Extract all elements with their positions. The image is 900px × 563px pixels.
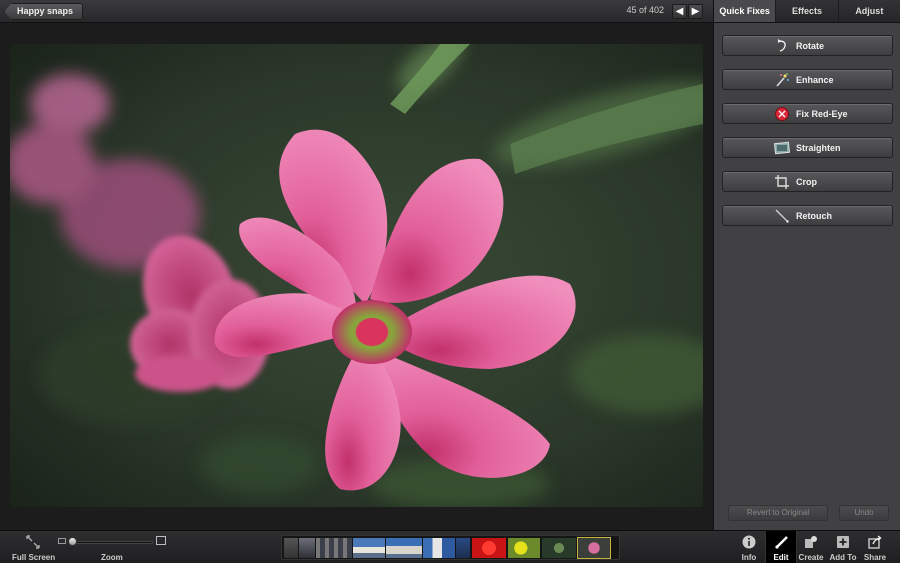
quick-fix-tools: Rotate Enhance Fix Red-Eye Straighten Cr… (722, 35, 893, 239)
zoom-in-icon[interactable] (156, 536, 166, 545)
edit-panel: Quick Fixes Effects Adjust Rotate Enhanc… (713, 0, 900, 530)
edit-tabs: Quick Fixes Effects Adjust (714, 0, 900, 23)
retouch-label: Retouch (796, 211, 832, 221)
straighten-icon (774, 141, 790, 155)
filmstrip-thumbnail[interactable] (508, 538, 540, 558)
right-arrow-icon: ▶ (691, 6, 700, 17)
full-screen-label[interactable]: Full Screen (12, 553, 55, 562)
filmstrip-thumbnail[interactable] (542, 538, 576, 558)
straighten-label: Straighten (796, 143, 841, 153)
tab-quick-fixes[interactable]: Quick Fixes (714, 0, 777, 22)
previous-photo-button[interactable]: ◀ (672, 4, 687, 19)
filmstrip-thumbnail[interactable] (316, 538, 352, 558)
main-photo[interactable] (10, 44, 703, 507)
tab-adjust[interactable]: Adjust (839, 0, 900, 22)
next-photo-button[interactable]: ▶ (688, 4, 703, 19)
full-screen-icon[interactable] (26, 535, 40, 549)
fix-red-eye-label: Fix Red-Eye (796, 109, 848, 119)
zoom-label: Zoom (101, 553, 123, 562)
edit-button[interactable]: Edit (765, 531, 797, 563)
photo-counter: 45 of 402 (626, 5, 664, 15)
create-button[interactable]: Create (795, 531, 827, 563)
filmstrip-thumbnail[interactable] (299, 538, 315, 558)
filmstrip-thumbnail[interactable] (456, 538, 470, 558)
share-button[interactable]: Share (859, 531, 891, 563)
filmstrip-thumbnail[interactable] (284, 538, 298, 558)
edit-label: Edit (773, 553, 789, 562)
info-button[interactable]: Info (733, 531, 765, 563)
tab-effects[interactable]: Effects (776, 0, 839, 22)
fix-red-eye-button[interactable]: Fix Red-Eye (722, 103, 893, 124)
straighten-button[interactable]: Straighten (722, 137, 893, 158)
add-to-button[interactable]: Add To (827, 531, 859, 563)
edit-brush-icon (775, 536, 788, 549)
left-arrow-icon: ◀ (675, 6, 684, 17)
zoom-out-icon[interactable] (58, 538, 66, 544)
info-label: Info (741, 553, 757, 562)
zoom-slider[interactable] (70, 541, 153, 544)
zoom-slider-handle[interactable] (68, 537, 77, 546)
enhance-label: Enhance (796, 75, 834, 85)
album-back-button[interactable]: Happy snaps (4, 3, 84, 20)
filmstrip-thumbnail[interactable] (472, 538, 506, 558)
crop-icon (775, 175, 789, 189)
add-to-icon (837, 536, 849, 548)
enhance-button[interactable]: Enhance (722, 69, 893, 90)
filmstrip[interactable] (281, 535, 620, 560)
info-icon (742, 535, 756, 549)
share-icon (868, 535, 882, 549)
enhance-wand-icon (776, 73, 789, 87)
undo-button[interactable]: Undo (839, 505, 889, 521)
revert-to-original-button[interactable]: Revert to Original (728, 505, 828, 521)
retouch-button[interactable]: Retouch (722, 205, 893, 226)
create-icon (805, 536, 817, 548)
crop-label: Crop (796, 177, 817, 187)
top-toolbar: Happy snaps 45 of 402 ◀ ▶ (0, 0, 713, 23)
filmstrip-thumbnail[interactable] (386, 538, 422, 558)
create-label: Create (798, 553, 824, 562)
bottom-toolbar: Full Screen Zoom Info Edit Create Add To… (0, 530, 900, 563)
retouch-brush-icon (775, 209, 789, 223)
crop-button[interactable]: Crop (722, 171, 893, 192)
photo-viewer (0, 23, 713, 530)
filmstrip-thumbnail[interactable] (353, 538, 385, 558)
share-label: Share (863, 553, 887, 562)
filmstrip-thumbnail[interactable] (423, 538, 455, 558)
flower-photo-image (10, 44, 703, 507)
red-eye-icon (775, 107, 789, 121)
add-to-label: Add To (829, 553, 857, 562)
rotate-label: Rotate (796, 41, 825, 51)
rotate-icon (778, 39, 786, 52)
rotate-button[interactable]: Rotate (722, 35, 893, 56)
filmstrip-thumbnail-current[interactable] (577, 537, 611, 559)
